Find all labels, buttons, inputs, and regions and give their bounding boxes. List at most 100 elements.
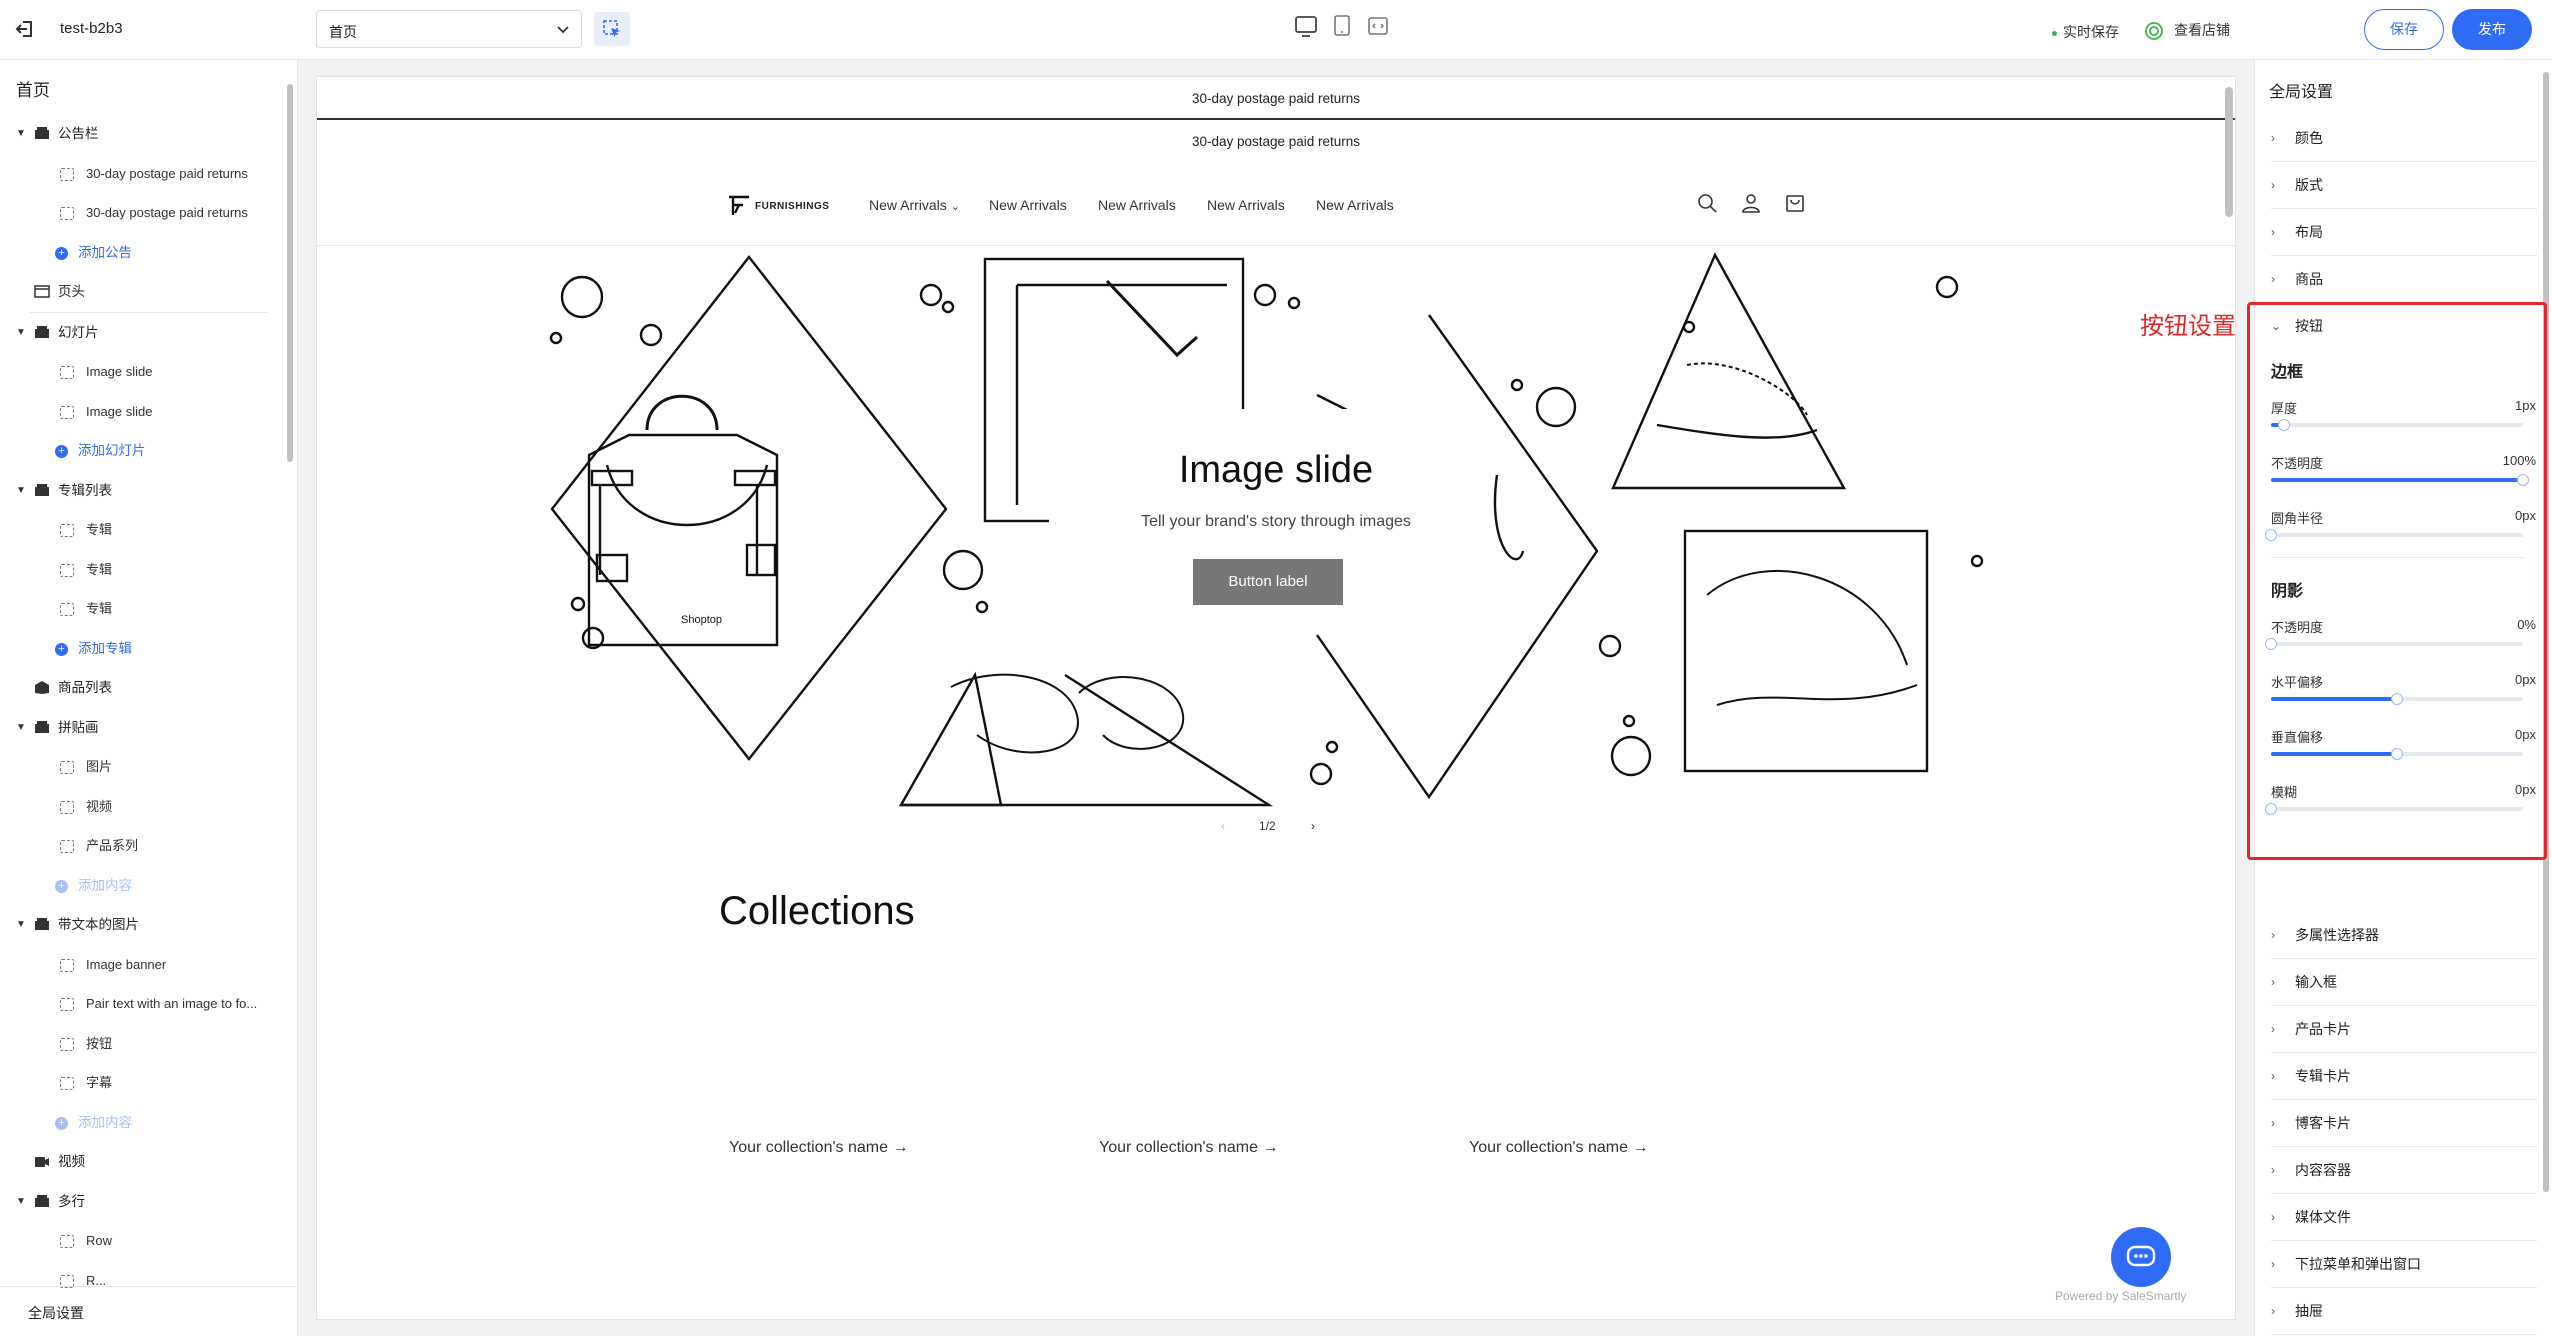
add-block-button[interactable]: + 添加专辑 xyxy=(0,629,284,669)
accordion-item[interactable]: › 博客卡片 xyxy=(2271,1100,2537,1147)
block-item[interactable]: Row xyxy=(0,1221,284,1261)
accordion-label: 专辑卡片 xyxy=(2295,1068,2351,1084)
slider-knob[interactable] xyxy=(2391,693,2403,705)
section-item[interactable]: 页头 xyxy=(0,272,284,312)
accordion-item[interactable]: › 媒体文件 xyxy=(2271,1194,2537,1241)
nav-item-new-arrivals-5[interactable]: New Arrivals xyxy=(1316,197,1394,213)
publish-button[interactable]: 发布 xyxy=(2452,9,2532,50)
block-icon xyxy=(60,998,74,1011)
save-button[interactable]: 保存 xyxy=(2364,9,2444,50)
section-item[interactable]: ▼ 幻灯片 xyxy=(0,313,284,353)
collection-link-3[interactable]: Your collection's name → xyxy=(1469,1139,1648,1157)
accordion-item[interactable]: › 商品 xyxy=(2271,256,2537,303)
accordion-item[interactable]: › 产品卡片 xyxy=(2271,1006,2537,1053)
slider-track[interactable] xyxy=(2271,474,2529,486)
caret-down-icon[interactable]: ▼ xyxy=(16,708,26,748)
slider-knob[interactable] xyxy=(2265,529,2277,541)
section-item[interactable]: ▼ 多行 xyxy=(0,1182,284,1222)
block-item[interactable]: 专辑 xyxy=(0,550,284,590)
accordion-item[interactable]: › 多属性选择器 xyxy=(2271,912,2537,959)
fullscreen-view-icon[interactable] xyxy=(1364,12,1392,42)
nav-item-new-arrivals-1[interactable]: New Arrivals ⌄ xyxy=(869,197,960,213)
nav-item-new-arrivals-2[interactable]: New Arrivals xyxy=(989,197,1067,213)
collection-link-2[interactable]: Your collection's name → xyxy=(1099,1139,1278,1157)
slide-next-icon[interactable]: › xyxy=(1311,819,1315,833)
tablet-view-icon[interactable] xyxy=(1328,12,1356,42)
accordion-item[interactable]: › 版式 xyxy=(2271,162,2537,209)
accordion-item[interactable]: › 布局 xyxy=(2271,209,2537,256)
block-icon xyxy=(60,207,74,220)
block-item[interactable]: 30-day postage paid returns xyxy=(0,193,284,233)
chat-widget-button[interactable] xyxy=(2111,1227,2171,1287)
block-item[interactable]: 30-day postage paid returns xyxy=(0,154,284,194)
block-item[interactable]: 专辑 xyxy=(0,510,284,550)
add-block-button[interactable]: + 添加内容 xyxy=(0,1103,284,1143)
slider-track[interactable] xyxy=(2265,529,2523,541)
block-item[interactable]: 图片 xyxy=(0,747,284,787)
block-item[interactable]: 视频 xyxy=(0,787,284,827)
accordion-item[interactable]: › 输入框 xyxy=(2271,959,2537,1006)
accordion-item[interactable]: › 抽屉 xyxy=(2271,1288,2537,1335)
add-label: 添加专辑 xyxy=(78,640,132,656)
section-item[interactable]: 视频 xyxy=(0,1142,284,1182)
exit-icon[interactable] xyxy=(14,18,36,40)
slider-track[interactable] xyxy=(2265,638,2523,650)
add-block-button[interactable]: + 添加公告 xyxy=(0,233,284,273)
slider-knob[interactable] xyxy=(2265,638,2277,650)
block-item[interactable]: Image slide xyxy=(0,352,284,392)
right-scrollbar[interactable] xyxy=(2542,72,2550,1332)
left-scrollbar-thumb[interactable] xyxy=(287,84,293,462)
section-item[interactable]: 商品列表 xyxy=(0,668,284,708)
caret-down-icon[interactable]: ▼ xyxy=(16,905,26,945)
slider-track[interactable] xyxy=(2271,419,2523,431)
left-scrollbar[interactable] xyxy=(286,74,294,1274)
nav-item-new-arrivals-3[interactable]: New Arrivals xyxy=(1098,197,1176,213)
accordion-item[interactable]: › 专辑卡片 xyxy=(2271,1053,2537,1100)
announcement-bar-2[interactable]: 30-day postage paid returns xyxy=(317,134,2235,149)
add-block-button[interactable]: + 添加内容 xyxy=(0,866,284,906)
announcement-bar-1[interactable]: 30-day postage paid returns xyxy=(317,91,2235,106)
caret-down-icon[interactable]: ▼ xyxy=(16,313,26,353)
caret-down-icon[interactable]: ▼ xyxy=(16,1182,26,1222)
view-store-link[interactable]: 查看店铺 xyxy=(2144,20,2230,41)
cart-icon[interactable] xyxy=(1784,192,1806,214)
slide-prev-icon[interactable]: ‹ xyxy=(1221,819,1225,833)
hero-button[interactable]: Button label xyxy=(1193,559,1343,605)
page-select[interactable]: 首页 xyxy=(316,10,582,48)
collection-link-1[interactable]: Your collection's name → xyxy=(729,1139,908,1157)
right-scrollbar-thumb[interactable] xyxy=(2543,72,2549,1192)
slider-track[interactable] xyxy=(2271,693,2523,705)
accordion-item[interactable]: › 下拉菜单和弹出窗口 xyxy=(2271,1241,2537,1288)
block-item[interactable]: 产品系列 xyxy=(0,826,284,866)
element-picker-button[interactable] xyxy=(594,12,630,46)
block-item[interactable]: 按钮 xyxy=(0,1024,284,1064)
account-icon[interactable] xyxy=(1740,192,1762,214)
global-settings-footer[interactable]: 全局设置 xyxy=(0,1286,298,1336)
slider-track[interactable] xyxy=(2271,748,2523,760)
slider-knob[interactable] xyxy=(2517,474,2529,486)
search-icon[interactable] xyxy=(1696,192,1718,214)
caret-down-icon[interactable]: ▼ xyxy=(16,114,26,154)
block-item[interactable]: Image slide xyxy=(0,392,284,432)
accordion-item[interactable]: › 颜色 xyxy=(2271,115,2537,162)
caret-down-icon[interactable]: ▼ xyxy=(16,471,26,511)
nav-item-new-arrivals-4[interactable]: New Arrivals xyxy=(1207,197,1285,213)
add-block-button[interactable]: + 添加幻灯片 xyxy=(0,431,284,471)
canvas-scrollbar[interactable] xyxy=(2223,77,2235,1319)
section-item[interactable]: ▼ 拼贴画 xyxy=(0,708,284,748)
block-item[interactable]: Image banner xyxy=(0,945,284,985)
block-item[interactable]: Pair text with an image to fo... xyxy=(0,984,284,1024)
desktop-view-icon[interactable] xyxy=(1292,12,1320,42)
block-item[interactable]: 字幕 xyxy=(0,1063,284,1103)
slider-knob[interactable] xyxy=(2265,803,2277,815)
canvas-scrollbar-thumb[interactable] xyxy=(2225,87,2233,217)
slider-knob[interactable] xyxy=(2277,419,2290,431)
accordion-item[interactable]: › 内容容器 xyxy=(2271,1147,2537,1194)
section-item[interactable]: ▼ 带文本的图片 xyxy=(0,905,284,945)
accordion-item-button-settings[interactable]: ⌄ 按钮 xyxy=(2271,303,2537,350)
slider-track[interactable] xyxy=(2265,803,2523,815)
slider-knob[interactable] xyxy=(2391,748,2403,760)
section-item[interactable]: ▼ 专辑列表 xyxy=(0,471,284,511)
section-item[interactable]: ▼ 公告栏 xyxy=(0,114,284,154)
block-item[interactable]: 专辑 xyxy=(0,589,284,629)
